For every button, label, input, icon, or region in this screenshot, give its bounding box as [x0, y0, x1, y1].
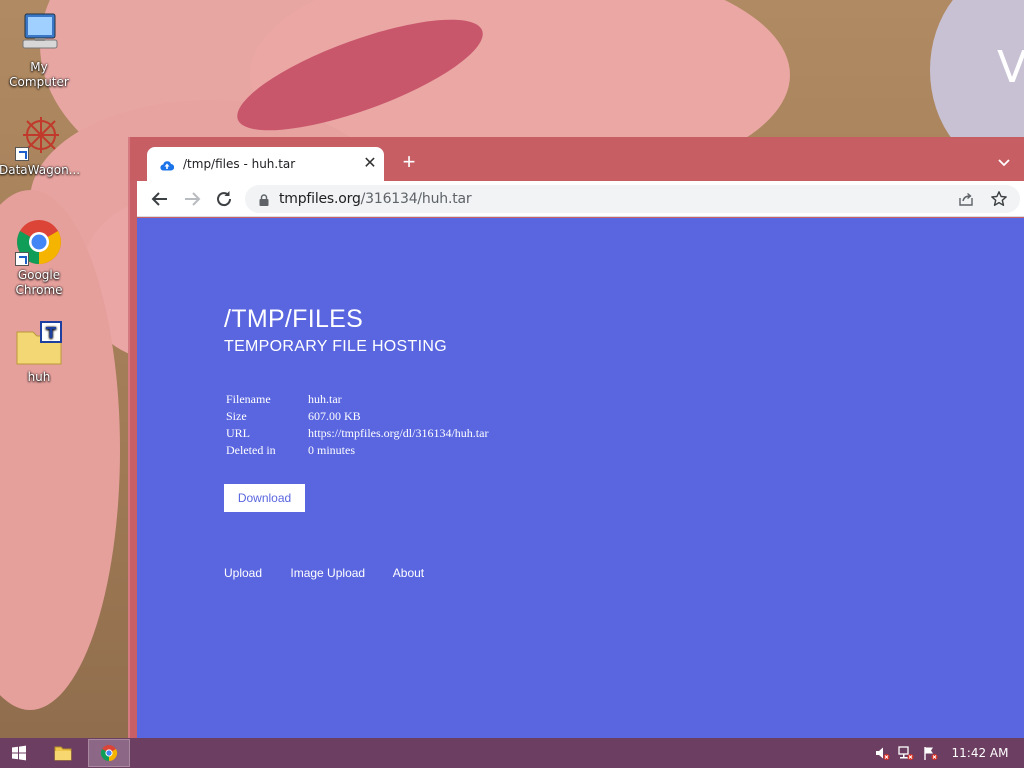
- download-button[interactable]: Download: [224, 484, 305, 512]
- desktop-icon-label: My Computer: [9, 60, 69, 89]
- nav-link-image-upload[interactable]: Image Upload: [290, 566, 365, 580]
- volume-muted-icon[interactable]: [874, 745, 890, 761]
- info-key: Size: [226, 409, 247, 423]
- forward-arrow-icon[interactable]: [180, 187, 204, 211]
- back-arrow-icon[interactable]: [148, 187, 172, 211]
- new-tab-button[interactable]: +: [398, 151, 420, 173]
- info-value: huh.tar: [308, 392, 342, 406]
- table-row: Deleted in 0 minutes: [224, 443, 490, 460]
- share-icon[interactable]: [958, 191, 974, 207]
- nav-link-about[interactable]: About: [393, 566, 424, 580]
- bookmark-star-icon[interactable]: [990, 190, 1008, 208]
- page-title: /TMP/FILES: [224, 305, 364, 333]
- computer-icon: [15, 10, 63, 58]
- tab-title: /tmp/files - huh.tar: [183, 157, 296, 171]
- tab-strip: /tmp/files - huh.tar ✕ +: [130, 137, 1024, 181]
- shortcut-arrow-icon: [15, 147, 29, 161]
- taskbar-clock[interactable]: 11:42 AM: [944, 746, 1016, 760]
- close-tab-button[interactable]: ✕: [361, 155, 379, 173]
- info-key: Filename: [226, 392, 271, 406]
- nav-link-upload[interactable]: Upload: [224, 566, 262, 580]
- file-explorer-icon[interactable]: [46, 738, 80, 768]
- tab-active[interactable]: /tmp/files - huh.tar ✕: [147, 147, 384, 181]
- table-row: Filename huh.tar: [224, 392, 490, 409]
- page-subtitle: TEMPORARY FILE HOSTING: [224, 338, 447, 355]
- info-key: URL: [226, 426, 250, 440]
- cloud-upload-icon: [160, 158, 175, 171]
- desktop-icon-my-computer[interactable]: My Computer: [0, 10, 79, 90]
- info-key: Deleted in: [226, 443, 276, 457]
- info-value: 607.00 KB: [308, 409, 361, 423]
- desktop-icon-huh[interactable]: T huh: [0, 320, 79, 385]
- address-bar[interactable]: tmpfiles.org/316134/huh.tar: [245, 185, 1020, 213]
- page-content: /TMP/FILES TEMPORARY FILE HOSTING Filena…: [137, 218, 1024, 738]
- table-row: URL https://tmpfiles.org/dl/316134/huh.t…: [224, 426, 490, 443]
- file-info-table: Filename huh.tar Size 607.00 KB URL http…: [224, 392, 490, 460]
- lock-icon[interactable]: [259, 193, 269, 206]
- info-value: 0 minutes: [308, 443, 355, 457]
- desktop-icon-label: huh: [27, 370, 51, 384]
- action-center-flag-icon[interactable]: [922, 745, 938, 761]
- chrome-icon: [15, 218, 63, 266]
- url-host: tmpfiles.org: [279, 191, 361, 207]
- taskbar-chrome-button[interactable]: [88, 739, 130, 767]
- browser-toolbar: tmpfiles.org/316134/huh.tar: [137, 181, 1024, 217]
- text-file-icon: T: [15, 320, 63, 368]
- chrome-icon: [100, 745, 118, 762]
- shortcut-arrow-icon: [15, 252, 29, 266]
- svg-text:T: T: [46, 324, 57, 342]
- chevron-down-icon[interactable]: [994, 152, 1014, 172]
- info-value: https://tmpfiles.org/dl/316134/huh.tar: [308, 426, 489, 440]
- reload-icon[interactable]: [212, 187, 236, 211]
- desktop-icon-label: Google Chrome: [15, 268, 63, 297]
- url-path: /316134/huh.tar: [360, 191, 472, 207]
- taskbar: 11:42 AM: [0, 738, 1024, 768]
- wallpaper-letter: V: [997, 42, 1024, 93]
- datawagon-icon: [15, 113, 63, 161]
- footer-nav: Upload Image Upload About: [224, 566, 449, 580]
- desktop-icon-datawagon[interactable]: DataWagon...: [0, 113, 81, 178]
- browser-window: /tmp/files - huh.tar ✕ + tmpfiles.org/31…: [128, 137, 1024, 738]
- table-row: Size 607.00 KB: [224, 409, 490, 426]
- desktop-icon-google-chrome[interactable]: Google Chrome: [0, 218, 79, 298]
- desktop-icon-label: DataWagon...: [0, 163, 81, 177]
- network-icon[interactable]: [898, 745, 914, 761]
- windows-start-icon[interactable]: [0, 738, 38, 768]
- address-bar-url[interactable]: tmpfiles.org/316134/huh.tar: [279, 191, 472, 207]
